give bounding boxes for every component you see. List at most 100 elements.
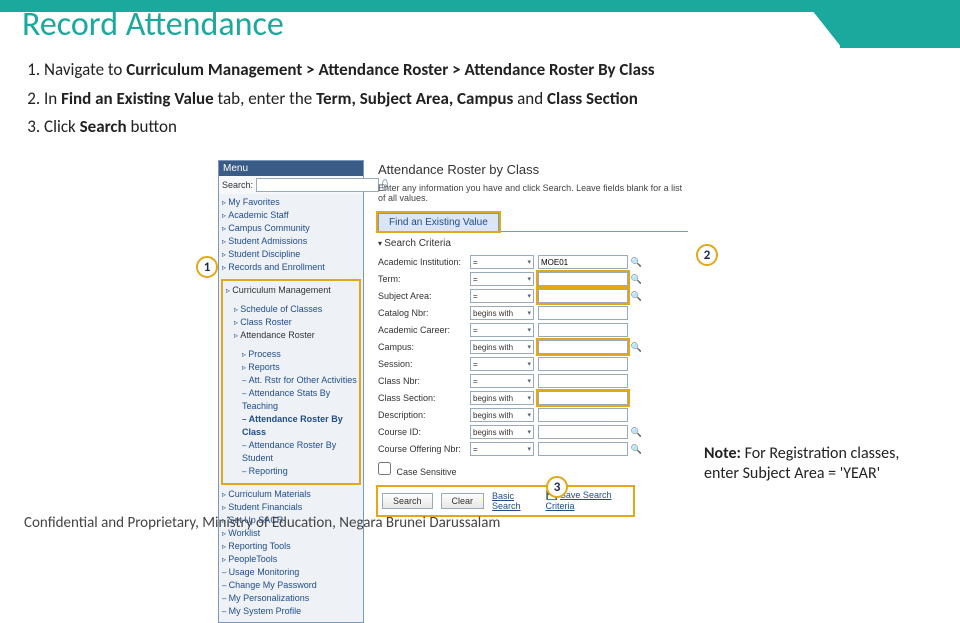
menu-item[interactable]: Change My Password bbox=[222, 579, 363, 592]
field-label: Class Nbr: bbox=[378, 376, 470, 386]
menu-subitem-attendance[interactable]: Attendance Roster bbox=[234, 329, 358, 342]
menu-leaf[interactable]: Reporting bbox=[242, 465, 358, 478]
operator-select[interactable]: = bbox=[470, 323, 534, 337]
field-label: Academic Career: bbox=[378, 325, 470, 335]
note-box: Note: For Registration classes, enter Su… bbox=[704, 444, 934, 484]
field-input[interactable] bbox=[538, 272, 628, 286]
menu-leaf[interactable]: Reports bbox=[242, 361, 358, 374]
lookup-icon[interactable]: 🔍 bbox=[631, 427, 642, 438]
menu-bottom-list: Curriculum Materials Student Financials … bbox=[219, 486, 363, 622]
operator-select[interactable]: = bbox=[470, 272, 534, 286]
lookup-icon[interactable]: 🔍 bbox=[631, 342, 642, 353]
operator-select[interactable]: begins with bbox=[470, 306, 534, 320]
field-label: Subject Area: bbox=[378, 291, 470, 301]
tab-find-existing[interactable]: Find an Existing Value bbox=[378, 213, 499, 231]
footer-text: Confidential and Proprietary, Ministry o… bbox=[0, 510, 960, 540]
field-label: Academic Institution: bbox=[378, 257, 470, 267]
menu-search-row: Search: » bbox=[219, 176, 363, 194]
field-label: Course ID: bbox=[378, 427, 470, 437]
criteria-row: Academic Institution:= 🔍 bbox=[378, 255, 688, 269]
search-criteria: Search Criteria Academic Institution:=🔍T… bbox=[378, 231, 688, 515]
field-input[interactable] bbox=[538, 255, 628, 269]
operator-select[interactable]: begins with bbox=[470, 425, 534, 439]
menu-subitem[interactable]: Schedule of Classes bbox=[234, 303, 358, 316]
criteria-row: Session:= bbox=[378, 357, 688, 371]
operator-select[interactable]: begins with bbox=[470, 340, 534, 354]
operator-select[interactable]: begins with bbox=[470, 408, 534, 422]
menu-leaf[interactable]: Process bbox=[242, 348, 358, 361]
menu-item-curriculum[interactable]: Curriculum Management bbox=[226, 284, 358, 297]
operator-select[interactable]: = bbox=[470, 374, 534, 388]
field-input[interactable] bbox=[538, 323, 628, 337]
field-input[interactable] bbox=[538, 306, 628, 320]
menu-item[interactable]: Academic Staff bbox=[222, 209, 363, 222]
content-pane: Attendance Roster by Class Enter any inf… bbox=[378, 160, 688, 515]
lookup-icon[interactable]: 🔍 bbox=[631, 274, 642, 285]
menu-item[interactable]: My Personalizations bbox=[222, 592, 363, 605]
menu-highlighted-section: Curriculum Management Schedule of Classe… bbox=[221, 279, 361, 485]
operator-select[interactable]: = bbox=[470, 357, 534, 371]
content-subtitle: Enter any information you have and click… bbox=[378, 183, 688, 203]
operator-select[interactable]: = bbox=[470, 442, 534, 456]
criteria-header: Search Criteria bbox=[378, 238, 688, 249]
criteria-row: Description:begins with bbox=[378, 408, 688, 422]
menu-header: Menu bbox=[219, 161, 363, 176]
header-decor bbox=[804, 0, 842, 48]
nav-menu: Menu Search: » My Favorites Academic Sta… bbox=[218, 160, 364, 623]
criteria-row: Term:=🔍 bbox=[378, 272, 688, 286]
field-input[interactable] bbox=[538, 340, 628, 354]
menu-leaf[interactable]: Attendance Stats By Teaching bbox=[242, 387, 358, 413]
menu-top-list: My Favorites Academic Staff Campus Commu… bbox=[219, 194, 363, 278]
menu-item[interactable]: My System Profile bbox=[222, 605, 363, 618]
lookup-icon[interactable]: 🔍 bbox=[631, 444, 642, 455]
search-label: Search: bbox=[222, 180, 253, 190]
search-button[interactable]: Search bbox=[382, 493, 433, 509]
menu-item[interactable]: Usage Monitoring bbox=[222, 566, 363, 579]
field-input[interactable] bbox=[538, 425, 628, 439]
case-sensitive-label: Case Sensitive bbox=[397, 467, 457, 477]
menu-leaf[interactable]: Att. Rstr for Other Activities bbox=[242, 374, 358, 387]
menu-search-input[interactable] bbox=[256, 178, 379, 192]
lookup-icon[interactable]: 🔍 bbox=[631, 291, 642, 302]
criteria-row: Class Nbr:= bbox=[378, 374, 688, 388]
lookup-icon[interactable]: 🔍 bbox=[631, 257, 642, 268]
field-label: Campus: bbox=[378, 342, 470, 352]
operator-select[interactable]: = bbox=[470, 255, 534, 269]
operator-select[interactable]: = bbox=[470, 289, 534, 303]
menu-item[interactable]: PeopleTools bbox=[222, 553, 363, 566]
basic-search-link[interactable]: Basic Search bbox=[492, 491, 537, 511]
field-input[interactable] bbox=[538, 391, 628, 405]
step-3: Click Search button bbox=[44, 115, 924, 140]
menu-item[interactable]: My Favorites bbox=[222, 196, 363, 209]
field-input[interactable] bbox=[538, 442, 628, 456]
case-sensitive-checkbox[interactable] bbox=[378, 462, 391, 475]
field-input[interactable] bbox=[538, 374, 628, 388]
field-label: Course Offering Nbr: bbox=[378, 444, 470, 454]
criteria-row: Subject Area:= 🔍 bbox=[378, 289, 688, 303]
step-2: In Find an Existing Value tab, enter the… bbox=[44, 87, 924, 112]
menu-subitem[interactable]: Class Roster bbox=[234, 316, 358, 329]
field-label: Catalog Nbr: bbox=[378, 308, 470, 318]
menu-item[interactable]: Reporting Tools bbox=[222, 540, 363, 553]
content-title: Attendance Roster by Class bbox=[378, 162, 688, 177]
criteria-row: Academic Career:= bbox=[378, 323, 688, 337]
menu-item[interactable]: Curriculum Materials bbox=[222, 488, 363, 501]
field-input[interactable] bbox=[538, 289, 628, 303]
criteria-row: Catalog Nbr:begins with bbox=[378, 306, 688, 320]
menu-leaf-current[interactable]: Attendance Roster By Class bbox=[242, 413, 358, 439]
steps-list: Navigate to Curriculum Management > Atte… bbox=[44, 58, 924, 140]
case-sensitive-row: Case Sensitive bbox=[378, 462, 688, 477]
field-input[interactable] bbox=[538, 408, 628, 422]
criteria-row: Campus:begins with 🔍 bbox=[378, 340, 688, 354]
menu-leaf[interactable]: Attendance Roster By Student bbox=[242, 439, 358, 465]
clear-button[interactable]: Clear bbox=[441, 493, 485, 509]
field-label: Description: bbox=[378, 410, 470, 420]
menu-item[interactable]: Student Discipline bbox=[222, 248, 363, 261]
operator-select[interactable]: begins with bbox=[470, 391, 534, 405]
criteria-row: Class Section:begins with bbox=[378, 391, 688, 405]
menu-item[interactable]: Student Admissions bbox=[222, 235, 363, 248]
criteria-row: Course ID:begins with 🔍 bbox=[378, 425, 688, 439]
menu-item[interactable]: Records and Enrollment bbox=[222, 261, 363, 274]
field-input[interactable] bbox=[538, 357, 628, 371]
menu-item[interactable]: Campus Community bbox=[222, 222, 363, 235]
